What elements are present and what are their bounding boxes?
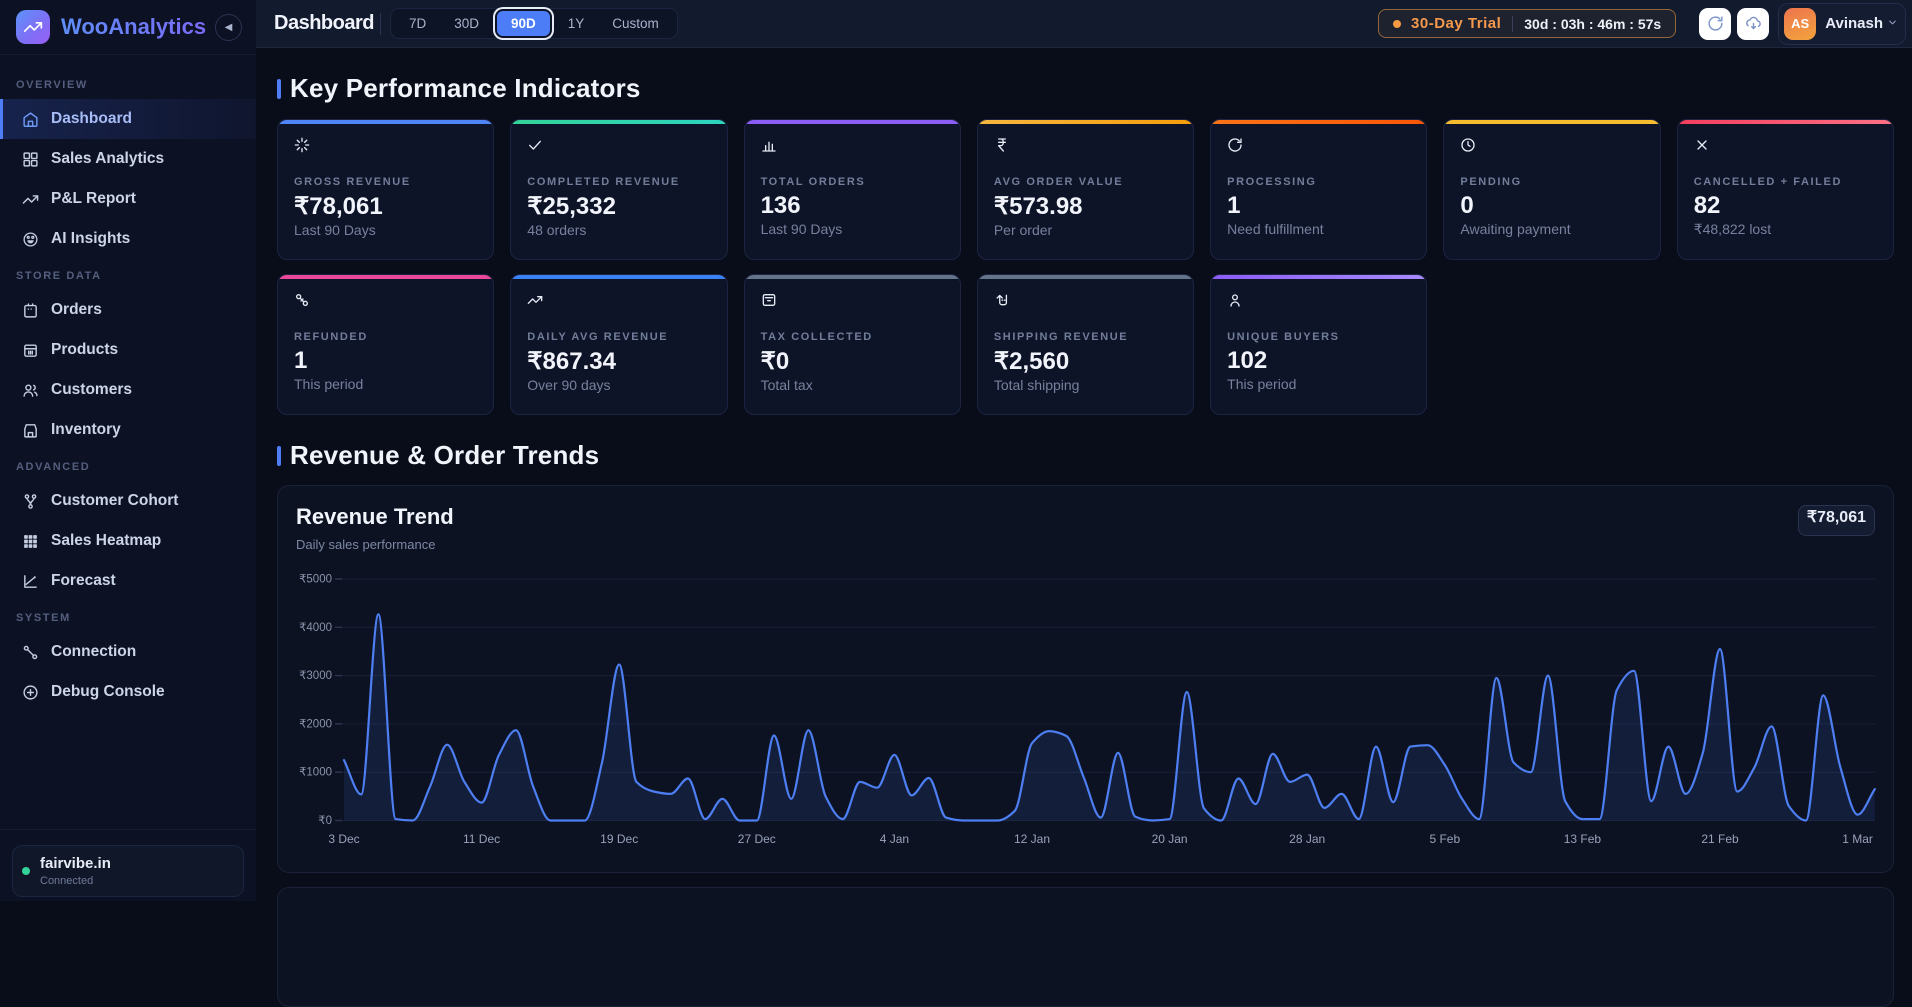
svg-text:3 Dec: 3 Dec (328, 832, 359, 846)
svg-text:11 Dec: 11 Dec (463, 832, 500, 846)
svg-text:₹0: ₹0 (318, 815, 332, 827)
svg-text:₹5000: ₹5000 (299, 574, 332, 586)
svg-text:₹3000: ₹3000 (299, 670, 332, 682)
svg-text:₹2000: ₹2000 (299, 718, 332, 730)
svg-text:21 Feb: 21 Feb (1701, 832, 1739, 846)
svg-text:28 Jan: 28 Jan (1289, 832, 1325, 846)
svg-text:13 Feb: 13 Feb (1564, 832, 1602, 846)
svg-text:12 Jan: 12 Jan (1014, 832, 1050, 846)
svg-text:19 Dec: 19 Dec (600, 832, 638, 846)
svg-text:₹1000: ₹1000 (299, 767, 332, 779)
svg-text:₹4000: ₹4000 (299, 622, 332, 634)
svg-text:27 Dec: 27 Dec (738, 832, 776, 846)
svg-text:4 Jan: 4 Jan (880, 832, 909, 846)
svg-text:20 Jan: 20 Jan (1152, 832, 1188, 846)
svg-text:5 Feb: 5 Feb (1429, 832, 1460, 846)
svg-text:1 Mar: 1 Mar (1842, 832, 1873, 846)
